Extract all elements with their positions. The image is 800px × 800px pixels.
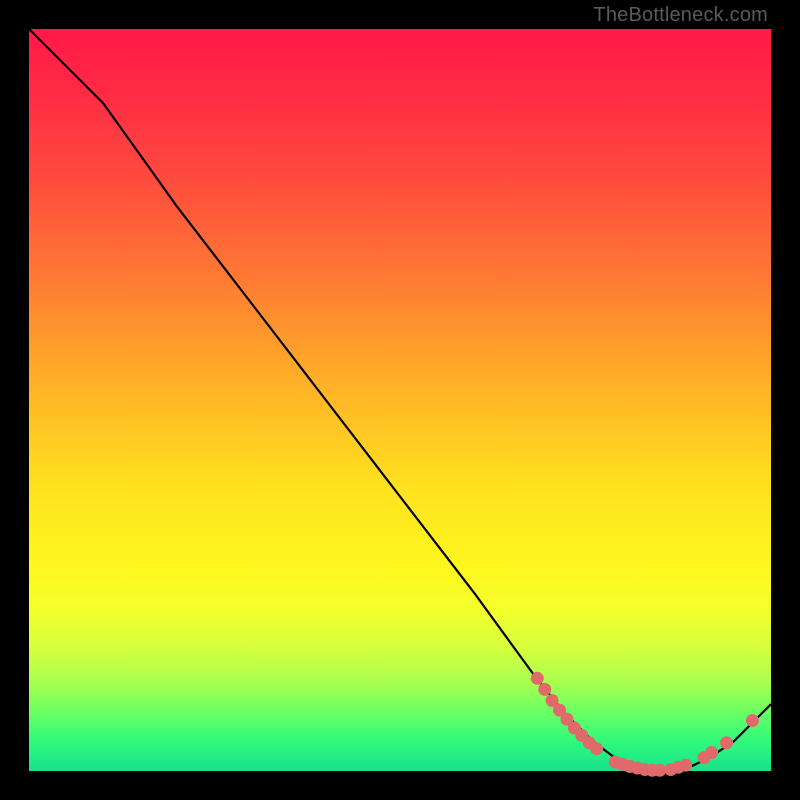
curve-dot <box>720 736 733 749</box>
curve-dot <box>679 759 692 772</box>
curve-dot <box>531 672 544 685</box>
curve-dots <box>531 672 759 777</box>
curve-dot <box>653 764 666 777</box>
chart-frame: TheBottleneck.com <box>0 0 800 800</box>
watermark-text: TheBottleneck.com <box>593 4 768 27</box>
curve-dot <box>590 742 603 755</box>
bottleneck-curve <box>29 29 771 771</box>
curve-dot <box>538 683 551 696</box>
curve-dot <box>746 714 759 727</box>
curve-line <box>29 29 771 771</box>
plot-area <box>29 29 771 771</box>
curve-dot <box>705 746 718 759</box>
